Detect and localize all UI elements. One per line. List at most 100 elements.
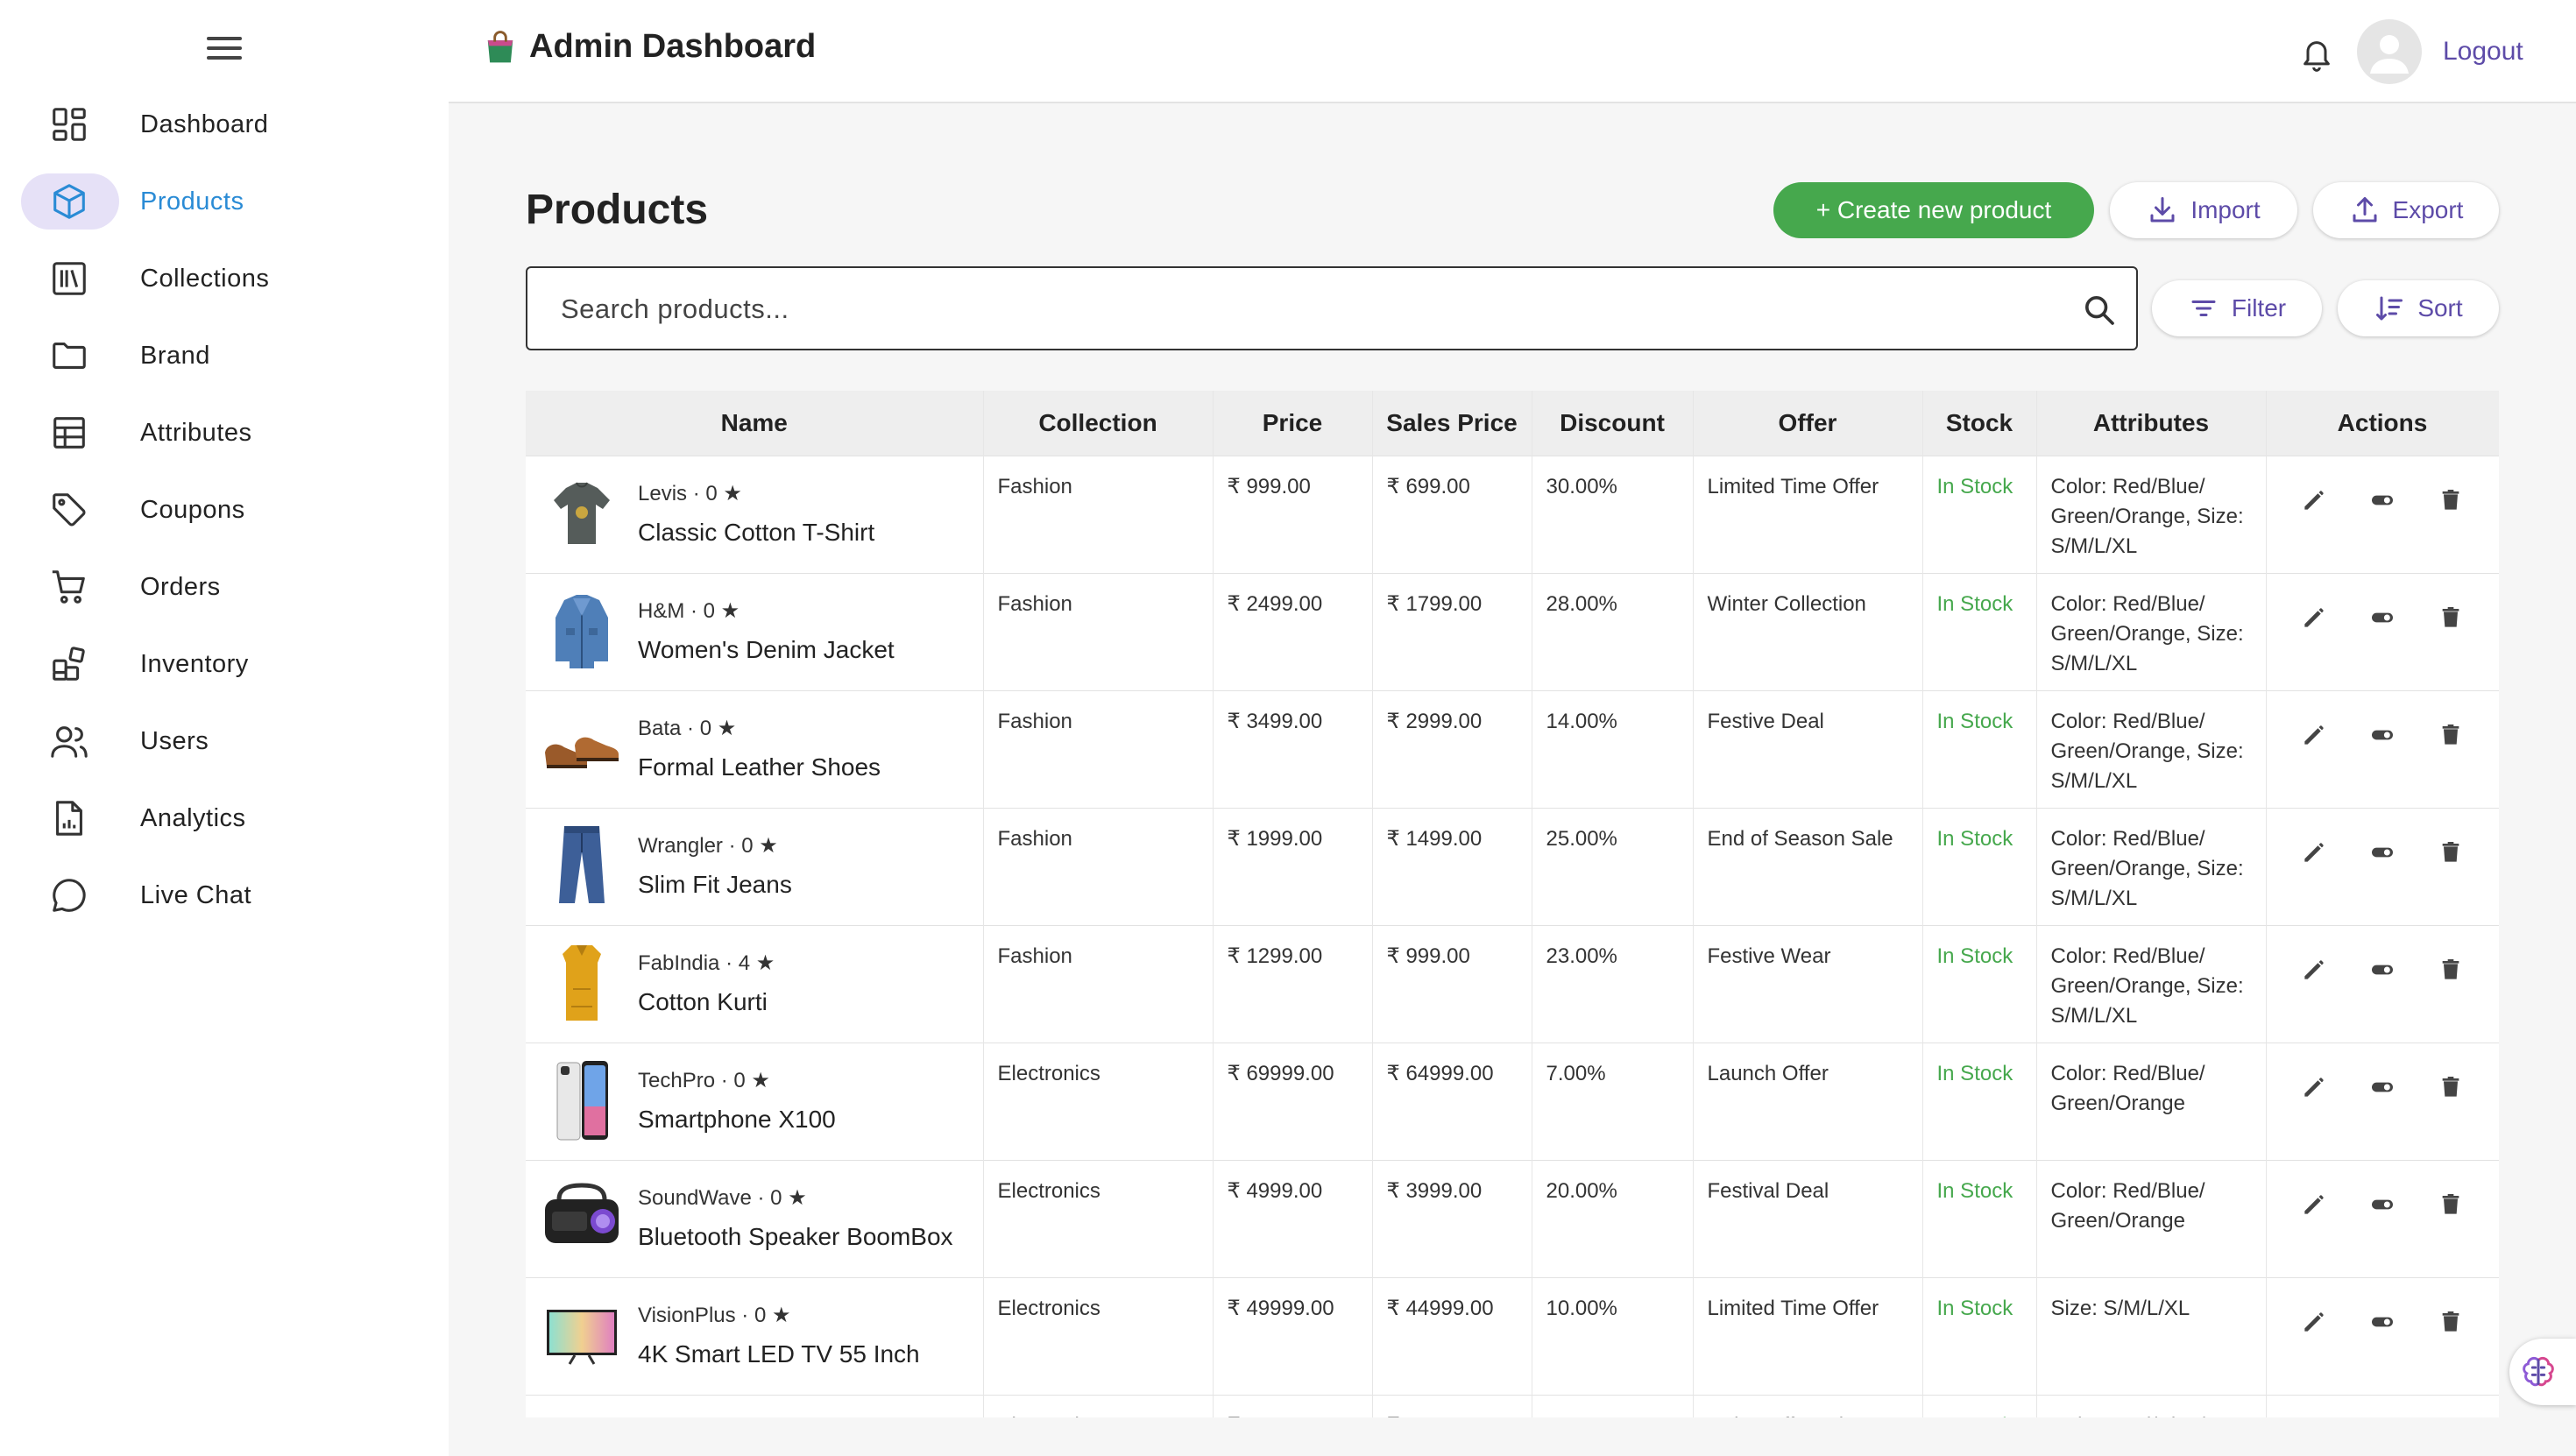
edit-icon[interactable] [2300, 838, 2328, 866]
delete-icon[interactable] [2437, 486, 2465, 514]
import-label: Import [2190, 196, 2261, 223]
sales-price-cell: ₹ 3999.00 [1372, 1160, 1532, 1277]
sidebar-item-collections[interactable]: Collections [21, 251, 433, 307]
logout-link[interactable]: Logout [2443, 37, 2523, 67]
sidebar-item-inventory[interactable]: Inventory [21, 636, 433, 692]
sidebar-item-products[interactable]: Products [21, 173, 433, 230]
stock-status: In Stock [1922, 1395, 2037, 1417]
product-name[interactable]: 4K Smart LED TV 55 Inch [638, 1339, 920, 1369]
sidebar-item-label: Dashboard [140, 110, 269, 138]
price-cell: ₹ 10999.00 [1213, 1395, 1373, 1417]
name-cell: FabIndia · 4 ★ Cotton Kurti [526, 925, 984, 1043]
export-button[interactable]: Export [2313, 182, 2499, 238]
sidebar-item-live-chat[interactable]: Live Chat [21, 867, 433, 923]
product-name[interactable]: Women's Denim Jacket [638, 635, 895, 665]
actions-cell [2266, 808, 2499, 925]
attributes-cell: Color: Red/Blue/ Green/Orange [2036, 1160, 2267, 1277]
table-row[interactable]: SoundWave · 0 ★ Bluetooth Speaker BoomBox… [526, 1160, 2499, 1277]
toggle-icon[interactable] [2368, 956, 2396, 984]
name-cell: Levis · 0 ★ Classic Cotton T-Shirt [526, 456, 984, 573]
actions-cell [2266, 1395, 2499, 1417]
toggle-icon[interactable] [2368, 838, 2396, 866]
discount-cell: 23.00% [1532, 925, 1694, 1043]
toggle-icon[interactable] [2368, 486, 2396, 514]
offer-cell: Limited Time Offer [1693, 456, 1923, 573]
create-product-button[interactable]: + Create new product [1773, 182, 2094, 238]
actions-cell [2266, 1160, 2499, 1277]
table-row[interactable]: TechPro · 0 ★Electronics₹ 10999.00₹ 9999… [526, 1395, 2499, 1417]
table-row[interactable]: Bata · 0 ★ Formal Leather Shoes Fashion ₹ 3… [526, 690, 2499, 808]
edit-icon[interactable] [2300, 721, 2328, 749]
ai-assistant-button[interactable] [2509, 1339, 2576, 1405]
sidebar-item-coupons[interactable]: Coupons [21, 482, 433, 538]
sidebar-item-dashboard[interactable]: Dashboard [21, 96, 433, 152]
sidebar-item-analytics[interactable]: Analytics [21, 790, 433, 846]
cube-icon [21, 173, 117, 230]
price-cell: ₹ 69999.00 [1213, 1043, 1373, 1160]
table-row[interactable]: TechPro · 0 ★ Smartphone X100 Electronics ₹… [526, 1043, 2499, 1160]
product-name[interactable]: Bluetooth Speaker BoomBox [638, 1222, 953, 1252]
search-input[interactable] [561, 289, 2050, 329]
filter-button[interactable]: Filter [2152, 280, 2322, 336]
sidebar-item-users[interactable]: Users [21, 713, 433, 769]
edit-icon[interactable] [2300, 1308, 2328, 1336]
brand-rating: Bata · 0 ★ [638, 716, 737, 740]
toggle-icon[interactable] [2368, 1191, 2396, 1219]
delete-icon[interactable] [2437, 1191, 2465, 1219]
price-cell: ₹ 999.00 [1213, 456, 1373, 573]
column-header-discount[interactable]: Discount [1532, 391, 1694, 456]
column-header-sales-price[interactable]: Sales Price [1372, 391, 1532, 456]
column-header-collection[interactable]: Collection [983, 391, 1214, 456]
row-actions [2267, 956, 2499, 984]
product-image [538, 1287, 626, 1383]
table-row[interactable]: VisionPlus · 0 ★ 4K Smart LED TV 55 Inch E… [526, 1277, 2499, 1395]
toggle-icon[interactable] [2368, 721, 2396, 749]
search-icon[interactable] [2082, 293, 2117, 328]
menu-toggle-icon[interactable] [207, 33, 242, 63]
stock-status: In Stock [1922, 1043, 2037, 1160]
product-name[interactable]: Classic Cotton T-Shirt [638, 518, 874, 548]
column-header-stock[interactable]: Stock [1922, 391, 2037, 456]
table-row[interactable]: Wrangler · 0 ★ Slim Fit Jeans Fashion ₹ 199… [526, 808, 2499, 925]
table-row[interactable]: Levis · 0 ★ Classic Cotton T-Shirt Fashion… [526, 456, 2499, 573]
collection-cell: Electronics [983, 1277, 1214, 1395]
product-name[interactable]: Formal Leather Shoes [638, 753, 881, 782]
column-header-name[interactable]: Name [526, 391, 984, 456]
delete-icon[interactable] [2437, 721, 2465, 749]
edit-icon[interactable] [2300, 1191, 2328, 1219]
sidebar: Dashboard Products Collections Brand Att… [0, 0, 449, 1456]
notification-bell-icon[interactable] [2299, 35, 2334, 74]
edit-icon[interactable] [2300, 956, 2328, 984]
column-header-offer[interactable]: Offer [1693, 391, 1923, 456]
table-row[interactable]: FabIndia · 4 ★ Cotton Kurti Fashion ₹ 1299.… [526, 925, 2499, 1043]
toggle-icon[interactable] [2368, 1073, 2396, 1101]
toggle-icon[interactable] [2368, 1308, 2396, 1336]
column-header-attributes[interactable]: Attributes [2036, 391, 2267, 456]
edit-icon[interactable] [2300, 604, 2328, 632]
actions-cell [2266, 456, 2499, 573]
table-row[interactable]: H&M · 0 ★ Women's Denim Jacket Fashion ₹ 24… [526, 573, 2499, 690]
delete-icon[interactable] [2437, 838, 2465, 866]
delete-icon[interactable] [2437, 1073, 2465, 1101]
delete-icon[interactable] [2437, 1308, 2465, 1336]
offer-cell: Limited Time Offer [1693, 1277, 1923, 1395]
toggle-icon[interactable] [2368, 604, 2396, 632]
import-button[interactable]: Import [2110, 182, 2297, 238]
brand-rating: Levis · 0 ★ [638, 481, 742, 505]
sidebar-item-orders[interactable]: Orders [21, 559, 433, 615]
product-image [538, 583, 626, 679]
edit-icon[interactable] [2300, 486, 2328, 514]
product-name[interactable]: Cotton Kurti [638, 987, 775, 1017]
delete-icon[interactable] [2437, 956, 2465, 984]
sidebar-item-brand[interactable]: Brand [21, 328, 433, 384]
column-header-price[interactable]: Price [1213, 391, 1373, 456]
sidebar-item-label: Collections [140, 264, 270, 293]
edit-icon[interactable] [2300, 1073, 2328, 1101]
delete-icon[interactable] [2437, 604, 2465, 632]
avatar[interactable] [2357, 19, 2422, 84]
price-cell: ₹ 3499.00 [1213, 690, 1373, 808]
product-name[interactable]: Smartphone X100 [638, 1105, 836, 1134]
sort-button[interactable]: Sort [2338, 280, 2499, 336]
sidebar-item-attributes[interactable]: Attributes [21, 405, 433, 461]
product-name[interactable]: Slim Fit Jeans [638, 870, 792, 900]
